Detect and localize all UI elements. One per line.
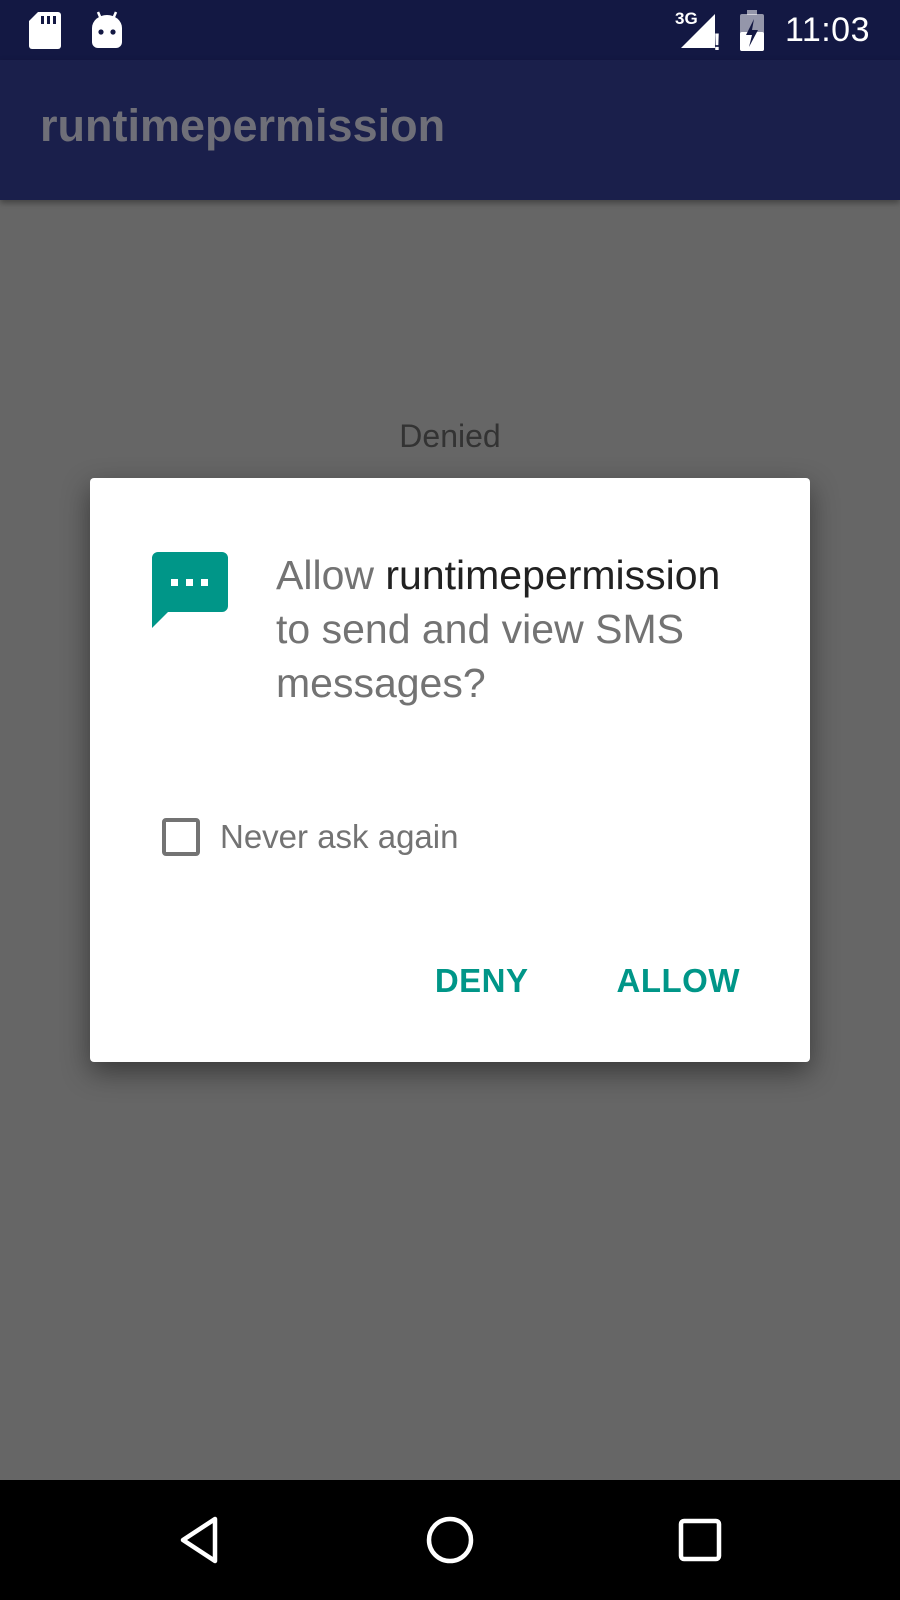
android-icon xyxy=(92,11,122,48)
status-notifications xyxy=(28,10,152,50)
sms-icon xyxy=(152,552,228,628)
status-system: 3G ! 11:03 xyxy=(675,8,870,52)
back-button[interactable] xyxy=(164,1504,236,1576)
screen: 3G ! 11:03 runtimepermission Denied Allo… xyxy=(0,0,900,1600)
app-title: runtimepermission xyxy=(40,100,446,151)
back-icon xyxy=(180,1516,218,1564)
permission-status-text: Denied xyxy=(399,418,501,454)
message-prefix: Allow xyxy=(276,552,386,598)
allow-button[interactable]: ALLOW xyxy=(617,962,740,1000)
deny-button[interactable]: DENY xyxy=(435,962,529,1000)
message-suffix: to send and view SMS messages? xyxy=(276,606,684,706)
signal-3g-icon: 3G ! xyxy=(675,9,721,52)
recents-button[interactable] xyxy=(664,1504,736,1576)
navigation-bar xyxy=(0,1480,900,1600)
signal-alert-mark: ! xyxy=(713,29,721,52)
dialog-actions: DENY ALLOW xyxy=(435,962,740,1000)
home-button[interactable] xyxy=(414,1504,486,1576)
never-ask-again-checkbox[interactable] xyxy=(162,818,200,856)
dialog-message: Allow runtimepermission to send and view… xyxy=(276,548,746,710)
status-bar: 3G ! 11:03 xyxy=(0,0,900,60)
network-type-label: 3G xyxy=(675,9,698,28)
permission-dialog: Allow runtimepermission to send and view… xyxy=(90,478,810,1062)
never-ask-again-label: Never ask again xyxy=(220,818,459,855)
battery-charging-icon xyxy=(739,10,764,51)
sd-card-icon xyxy=(29,12,61,49)
message-app-name: runtimepermission xyxy=(385,552,721,598)
home-icon xyxy=(426,1516,474,1564)
recents-icon xyxy=(678,1518,722,1562)
app-bar: runtimepermission xyxy=(0,60,900,200)
clock: 11:03 xyxy=(784,10,870,49)
never-ask-again-row[interactable]: Never ask again xyxy=(162,818,458,856)
